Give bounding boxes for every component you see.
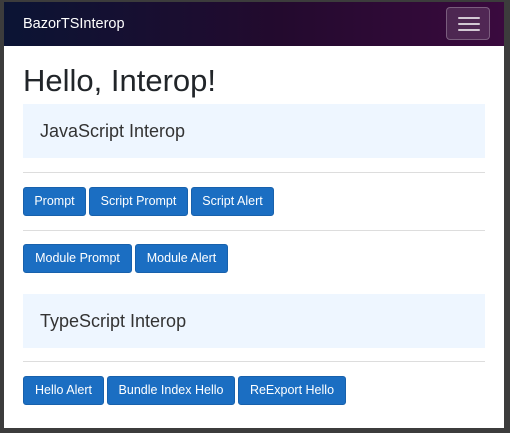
divider — [23, 172, 485, 173]
reexport-hello-button[interactable]: ReExport Hello — [238, 376, 346, 405]
script-prompt-button[interactable]: Script Prompt — [89, 187, 188, 216]
ts-interop-heading: TypeScript Interop — [40, 311, 187, 331]
app-window: BazorTSInterop Hello, Interop! JavaScrip… — [4, 2, 504, 428]
navbar-toggler-button[interactable] — [446, 7, 490, 40]
ts-interop-section-header: TypeScript Interop — [23, 294, 485, 348]
navbar-brand[interactable]: BazorTSInterop — [23, 16, 125, 32]
page-title: Hello, Interop! — [23, 63, 216, 98]
divider — [23, 361, 485, 362]
js-interop-heading: JavaScript Interop — [40, 121, 186, 141]
js-interop-section-header: JavaScript Interop — [23, 104, 485, 158]
bundle-index-hello-button[interactable]: Bundle Index Hello — [107, 376, 235, 405]
script-alert-button[interactable]: Script Alert — [191, 187, 274, 216]
prompt-button[interactable]: Prompt — [23, 187, 86, 216]
module-alert-button[interactable]: Module Alert — [135, 244, 228, 273]
hello-alert-button[interactable]: Hello Alert — [23, 376, 104, 405]
top-navbar: BazorTSInterop — [4, 2, 504, 46]
module-prompt-button[interactable]: Module Prompt — [23, 244, 132, 273]
divider — [23, 230, 485, 231]
